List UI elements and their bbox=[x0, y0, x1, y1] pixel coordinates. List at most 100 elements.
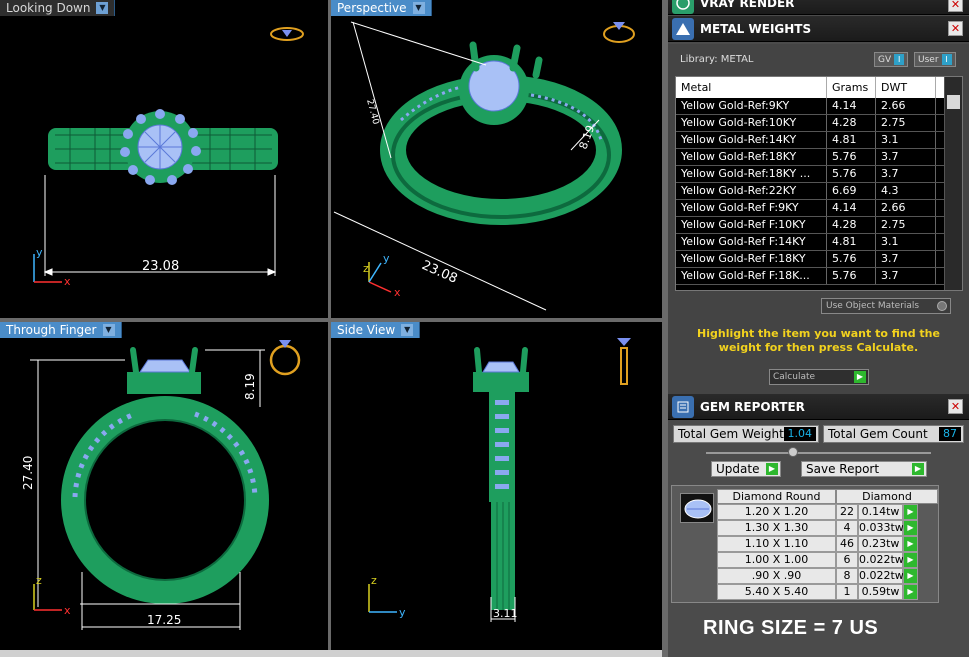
dim-lines bbox=[333, 21, 600, 311]
metal-table-scrollbar[interactable] bbox=[944, 77, 962, 290]
viewport-perspective[interactable]: 23.08 8.19 27.40 z y x Perspective ▼ bbox=[331, 0, 662, 318]
gv-toggle[interactable]: GV I bbox=[874, 52, 909, 67]
gem-weight-cell: 0.022tw bbox=[858, 568, 904, 584]
metal-name-cell: Yellow Gold-Ref F:10KY bbox=[676, 217, 827, 233]
metal-name-cell: Yellow Gold-Ref:18KY bbox=[676, 149, 827, 165]
view-ring-icon bbox=[603, 22, 635, 43]
center-stone bbox=[482, 361, 520, 373]
metal-row[interactable]: Yellow Gold-Ref:22KY 6.69 4.3 bbox=[676, 183, 962, 200]
close-icon[interactable]: ✕ bbox=[948, 0, 963, 12]
use-object-materials-toggle[interactable]: Use Object Materials bbox=[821, 298, 951, 314]
dwt-cell: 3.7 bbox=[876, 149, 936, 165]
gem-count-cell: 46 bbox=[836, 536, 858, 552]
metal-row[interactable]: Yellow Gold-Ref:10KY 4.28 2.75 bbox=[676, 115, 962, 132]
viewport-through-finger[interactable]: 27.40 8.19 17.25 z x Through Finger ▼ bbox=[0, 322, 328, 650]
metal-row[interactable]: Yellow Gold-Ref F:14KY 4.81 3.1 bbox=[676, 234, 962, 251]
gem-reporter-header[interactable]: GEM REPORTER ✕ bbox=[668, 394, 969, 420]
dim-width-label: 3.11 bbox=[493, 607, 518, 620]
vray-title: VRAY RENDER bbox=[700, 0, 795, 10]
vray-icon bbox=[672, 0, 694, 14]
chevron-down-icon[interactable]: ▼ bbox=[401, 324, 414, 336]
gem-weight-cell: 0.59tw bbox=[858, 584, 903, 600]
ring-side-view: 3.11 z y bbox=[368, 338, 631, 622]
gem-row: 1.30 X 1.30 4 0.033tw ▶ bbox=[717, 520, 939, 536]
col-diamond-round: Diamond Round bbox=[717, 489, 836, 504]
gv-label: GV bbox=[878, 54, 892, 65]
dim-width-label: 23.08 bbox=[142, 259, 179, 274]
dwt-cell: 2.75 bbox=[876, 217, 936, 233]
gem-reporter-title: GEM REPORTER bbox=[700, 399, 805, 414]
metal-name-cell: Yellow Gold-Ref:22KY bbox=[676, 183, 827, 199]
gem-size-cell: 5.40 X 5.40 bbox=[717, 584, 836, 600]
metal-row[interactable]: Yellow Gold-Ref F:9KY 4.14 2.66 bbox=[676, 200, 962, 217]
dwt-cell: 2.66 bbox=[876, 200, 936, 216]
close-icon[interactable]: ✕ bbox=[948, 21, 963, 36]
col-dwt[interactable]: DWT bbox=[876, 77, 936, 98]
axis-y-label: y bbox=[36, 246, 43, 259]
gem-row: 1.00 X 1.00 6 0.022tw ▶ bbox=[717, 552, 939, 568]
tab-through-finger[interactable]: Through Finger ▼ bbox=[0, 322, 122, 338]
chevron-down-icon[interactable]: ▼ bbox=[412, 2, 425, 14]
gem-count-cell: 8 bbox=[836, 568, 858, 584]
right-panel: VRAY RENDER ✕ METAL WEIGHTS ✕ Library: M… bbox=[668, 0, 969, 657]
metal-row[interactable]: Yellow Gold-Ref F:18KY 5.76 3.7 bbox=[676, 251, 962, 268]
play-arrow-icon[interactable]: ▶ bbox=[912, 463, 924, 475]
diamond-round-icon bbox=[680, 493, 714, 523]
gem-row: 5.40 X 5.40 1 0.59tw ▶ bbox=[717, 584, 939, 600]
scroll-thumb[interactable] bbox=[947, 95, 960, 109]
tab-looking-down[interactable]: Looking Down ▼ bbox=[0, 0, 116, 16]
user-toggle[interactable]: User I bbox=[914, 52, 956, 67]
chevron-down-icon[interactable]: ▼ bbox=[96, 2, 109, 14]
chevron-down-icon[interactable]: ▼ bbox=[102, 324, 115, 336]
metal-row[interactable]: Yellow Gold-Ref F:18K... 5.76 3.7 bbox=[676, 268, 962, 285]
update-button[interactable]: Update ▶ bbox=[711, 461, 781, 477]
use-object-materials-label: Use Object Materials bbox=[826, 301, 920, 311]
play-arrow-icon[interactable]: ▶ bbox=[903, 568, 918, 584]
gem-row: .90 X .90 8 0.022tw ▶ bbox=[717, 568, 939, 584]
play-arrow-icon[interactable]: ▶ bbox=[854, 371, 866, 383]
metal-name-cell: Yellow Gold-Ref:10KY bbox=[676, 115, 827, 131]
tab-perspective[interactable]: Perspective ▼ bbox=[331, 0, 432, 16]
metal-name-cell: Yellow Gold-Ref:9KY bbox=[676, 98, 827, 114]
vray-render-header[interactable]: VRAY RENDER ✕ bbox=[668, 0, 969, 15]
play-arrow-icon[interactable]: ▶ bbox=[903, 536, 918, 552]
gem-row: 1.10 X 1.10 46 0.23tw ▶ bbox=[717, 536, 939, 552]
metal-row[interactable]: Yellow Gold-Ref F:10KY 4.28 2.75 bbox=[676, 217, 962, 234]
col-grams[interactable]: Grams bbox=[827, 77, 876, 98]
dwt-cell: 4.3 bbox=[876, 183, 936, 199]
metal-row[interactable]: Yellow Gold-Ref:9KY 4.14 2.66 bbox=[676, 98, 962, 115]
play-arrow-icon[interactable]: ▶ bbox=[766, 463, 778, 475]
tab-side-view[interactable]: Side View ▼ bbox=[331, 322, 421, 338]
save-report-button[interactable]: Save Report ▶ bbox=[801, 461, 927, 477]
metal-row[interactable]: Yellow Gold-Ref:18KY ... 5.76 3.7 bbox=[676, 166, 962, 183]
gem-weight-cell: 0.033tw bbox=[858, 520, 904, 536]
calculate-button[interactable]: Calculate ▶ bbox=[769, 369, 869, 385]
gem-slider-knob[interactable] bbox=[788, 447, 798, 457]
halo-shape bbox=[473, 372, 529, 392]
dwt-cell: 3.1 bbox=[876, 234, 936, 250]
axis-x-label: x bbox=[64, 604, 71, 617]
grams-cell: 5.76 bbox=[827, 251, 876, 267]
play-arrow-icon[interactable]: ▶ bbox=[903, 504, 918, 520]
metal-name-cell: Yellow Gold-Ref:18KY ... bbox=[676, 166, 827, 182]
col-metal[interactable]: Metal bbox=[676, 77, 827, 98]
viewport-side-view[interactable]: 3.11 z y Side View ▼ bbox=[331, 322, 662, 650]
radio-icon[interactable] bbox=[937, 301, 947, 311]
metal-name-cell: Yellow Gold-Ref F:18KY bbox=[676, 251, 827, 267]
grams-cell: 5.76 bbox=[827, 166, 876, 182]
gem-size-cell: 1.10 X 1.10 bbox=[717, 536, 836, 552]
play-arrow-icon[interactable]: ▶ bbox=[903, 520, 918, 536]
library-label: Library: METAL bbox=[680, 54, 754, 65]
viewport-looking-down[interactable]: 23.08 y x Looking Down ▼ bbox=[0, 0, 328, 318]
metal-row[interactable]: Yellow Gold-Ref:14KY 4.81 3.1 bbox=[676, 132, 962, 149]
dwt-cell: 3.7 bbox=[876, 251, 936, 267]
metal-weights-title: METAL WEIGHTS bbox=[700, 21, 812, 36]
gem-table: Diamond Round Diamond 1.20 X 1.20 22 0.14t… bbox=[717, 489, 939, 600]
close-icon[interactable]: ✕ bbox=[948, 399, 963, 414]
metal-row[interactable]: Yellow Gold-Ref:18KY 5.76 3.7 bbox=[676, 149, 962, 166]
play-arrow-icon[interactable]: ▶ bbox=[903, 584, 918, 600]
metal-weights-header[interactable]: METAL WEIGHTS ✕ bbox=[668, 16, 969, 42]
gem-slider-track[interactable] bbox=[706, 452, 931, 454]
play-arrow-icon[interactable]: ▶ bbox=[903, 552, 918, 568]
grams-cell: 5.76 bbox=[827, 268, 876, 284]
